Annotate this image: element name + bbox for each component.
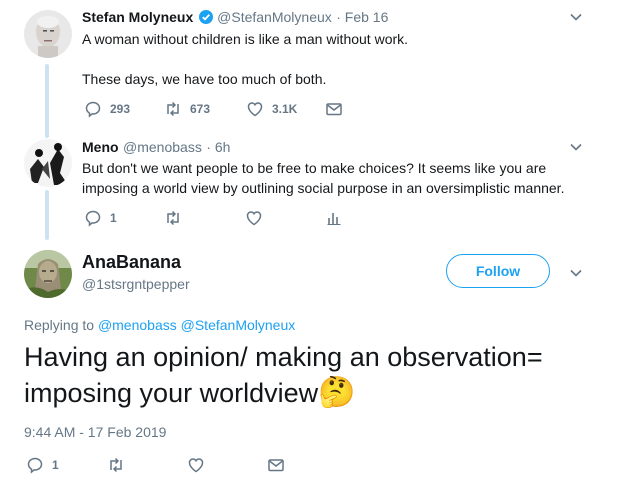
tweet2-like-button[interactable]	[245, 209, 263, 227]
tweet2-header: Meno @menobass · 6h	[82, 139, 230, 157]
main-timestamp[interactable]: 9:44 AM - 17 Feb 2019	[24, 424, 166, 440]
replying-to: Replying to @menobass @StefanMolyneux	[24, 317, 295, 333]
main-tweet-text: Having an opinion/ making an observation…	[24, 340, 543, 411]
verified-icon	[198, 10, 213, 29]
main-retweet-button[interactable]	[107, 456, 125, 474]
tweet1-like-count: 3.1K	[272, 102, 298, 116]
tweet1-header: Stefan Molyneux @StefanMolyneux · Feb 16	[82, 9, 388, 29]
tweet2-text-line1: But don't we want people to be free to m…	[82, 160, 547, 176]
chevron-down-icon[interactable]	[569, 140, 583, 154]
avatar-stefan[interactable]	[24, 10, 72, 58]
tweet1-handle[interactable]: @StefanMolyneux	[217, 9, 332, 25]
follow-button[interactable]: Follow	[446, 254, 550, 288]
tweet1-like-button[interactable]: 3.1K	[246, 100, 297, 118]
tweet1-message-button[interactable]	[325, 100, 343, 118]
main-handle[interactable]: @1stsrgntpepper	[82, 276, 190, 292]
tweet2-reply-button[interactable]: 1	[84, 209, 117, 227]
tweet2-handle[interactable]: @menobass	[123, 139, 202, 155]
main-tweet-text-line2: imposing your worldview🤔	[24, 375, 543, 411]
envelope-icon	[268, 459, 284, 472]
main-like-button[interactable]	[187, 456, 205, 474]
tweet1-reply-count: 293	[110, 102, 131, 116]
main-tweet-text-line1: Having an opinion/ making an observation…	[24, 342, 543, 372]
tweet1-retweet-count: 673	[190, 102, 211, 116]
main-reply-button[interactable]: 1	[26, 456, 59, 474]
tweet1-reply-button[interactable]: 293	[84, 100, 130, 118]
retweet-icon	[167, 101, 179, 117]
reply-icon	[85, 210, 101, 227]
reply-icon	[27, 457, 43, 474]
main-message-button[interactable]	[267, 456, 285, 474]
thinking-face-emoji: 🤔	[318, 376, 356, 409]
heart-icon	[246, 211, 262, 226]
chevron-down-icon[interactable]	[569, 10, 583, 24]
tweet2-analytics-button[interactable]	[325, 209, 343, 227]
thread-line-1	[45, 64, 49, 138]
reply-icon	[85, 101, 101, 118]
tweet2-retweet-button[interactable]	[164, 209, 182, 227]
tweet2-date[interactable]: · 6h	[206, 139, 230, 155]
avatar-anabanana[interactable]	[24, 250, 72, 298]
tweet1-text-line2: These days, we have too much of both.	[82, 71, 327, 87]
envelope-icon	[326, 103, 342, 116]
replying-to-handles[interactable]: @menobass @StefanMolyneux	[98, 317, 295, 333]
main-tweet-text-line2-words: imposing your worldview	[24, 378, 319, 408]
avatar-meno[interactable]	[24, 139, 72, 187]
tweet1-author-name[interactable]: Stefan Molyneux	[82, 9, 193, 25]
tweet1-retweet-button[interactable]: 673	[164, 100, 210, 118]
tweet1-text-line1: A woman without children is like a man w…	[82, 31, 409, 47]
replying-to-label: Replying to	[24, 317, 95, 333]
heart-icon	[247, 102, 263, 117]
retweet-icon	[167, 210, 179, 226]
analytics-icon	[327, 213, 341, 225]
main-author-name[interactable]: AnaBanana	[82, 252, 181, 273]
thread-line-2	[45, 190, 49, 240]
retweet-icon	[110, 457, 122, 473]
main-reply-count: 1	[52, 458, 59, 472]
tweet2-reply-count: 1	[110, 211, 117, 225]
tweet2-author-name[interactable]: Meno	[82, 139, 119, 155]
chevron-down-icon[interactable]	[569, 266, 583, 280]
heart-icon	[188, 458, 204, 473]
tweet1-date[interactable]: · Feb 16	[336, 9, 388, 25]
tweet2-text-line2: imposing a world view by outlining socia…	[82, 180, 565, 196]
